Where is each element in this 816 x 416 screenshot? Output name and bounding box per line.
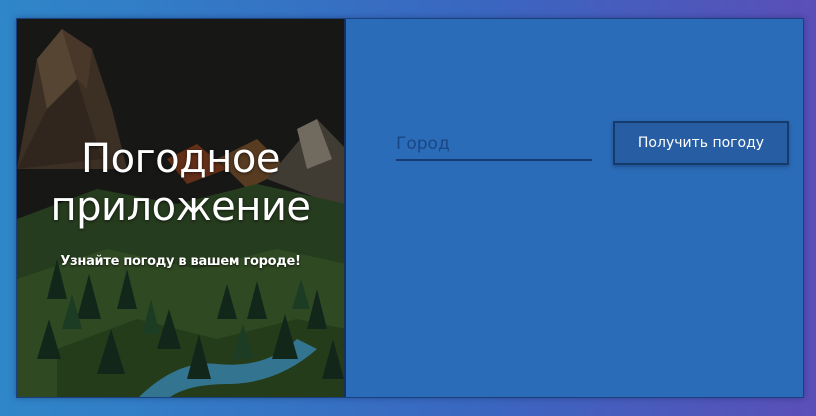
app-title-line-1: Погодное xyxy=(81,136,280,182)
city-input[interactable] xyxy=(396,129,592,161)
app-title: Погодное приложение xyxy=(17,135,344,231)
app-title-line-2: приложение xyxy=(50,184,311,230)
get-weather-button[interactable]: Получить погоду xyxy=(613,121,789,165)
app-subtitle: Узнайте погоду в вашем городе! xyxy=(60,254,301,269)
weather-app-card: Погодное приложение Узнайте погоду в ваш… xyxy=(16,18,804,398)
weather-form: Получить погоду xyxy=(346,19,803,397)
hero-panel: Погодное приложение Узнайте погоду в ваш… xyxy=(17,19,346,397)
